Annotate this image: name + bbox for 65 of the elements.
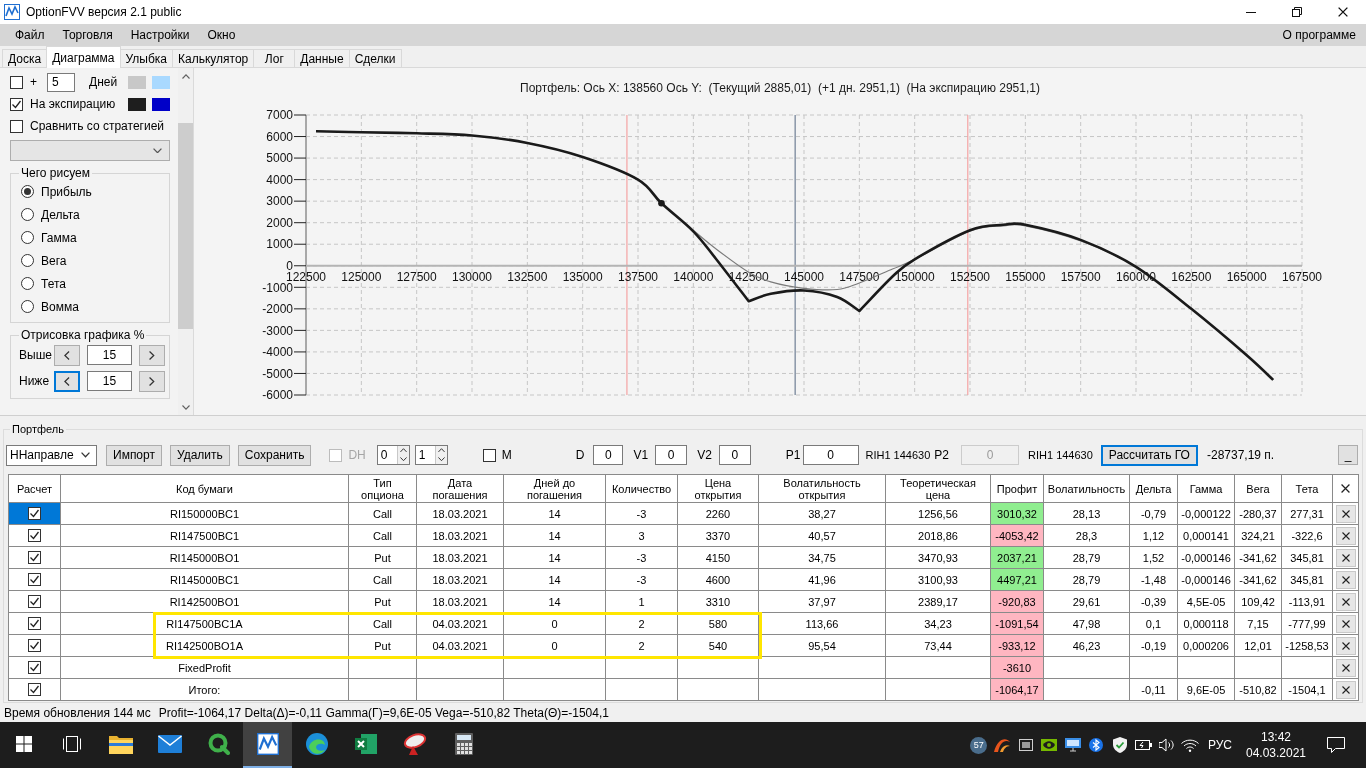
x-tick-label: 147500 [839,269,880,284]
y-tick-label: -4000 [262,345,293,360]
group-title: Чего рисуем [20,166,91,180]
group-title: Отрисовка графика % [20,328,146,342]
x-tick-label: 152500 [950,269,990,284]
chart-title: Портфель: Ось X: 138560 Ось Y: (Текущий 2885,01) (+1 дн. 2951,1) (На экспирацию 2951,1) [520,81,1040,95]
status-text: Profit=-1064,17 Delta(Δ)=-0,11 Gamma(Γ)=9,6E-05 Vega=-510,82 Theta(Θ)=-1504,1 [158,705,609,720]
x-tick-label: 127500 [396,269,437,284]
window-title: OptionFVV версия 2.1 public [26,5,182,19]
radio-label: Тета [41,276,66,291]
y-tick-label: -6000 [262,388,293,403]
x-tick-label: 150000 [894,269,935,284]
table-cell: RI145000BC1 [60,568,349,591]
x-tick-label: 140000 [673,269,714,284]
status-text: Время обновления 144 мс [4,705,151,720]
y-tick-label: 1000 [266,237,293,252]
x-tick-label: 162500 [1171,269,1212,284]
checkbox-label: На экспирацию [30,97,116,111]
x-tick-label: 132500 [507,269,548,284]
checkbox-label: DH [348,448,366,462]
checkbox-label: M [501,448,512,462]
ticker-label: RIH1 144630 [1028,449,1093,461]
table-cell: RI142500BO1A [60,634,349,657]
x-tick-label: 125000 [341,269,382,284]
x-tick-label: 155000 [1005,269,1046,284]
x-tick-label: 165000 [1226,269,1267,284]
field-label: D [575,448,585,462]
radio-label: Дельта [41,207,80,222]
checkbox-label: + [30,75,37,89]
margin-value: -28737,19 п. [1206,448,1275,462]
field-label: V1 [633,448,649,462]
group-title: Портфель [11,422,65,436]
row-label: Ниже [19,374,51,388]
y-tick-label: 6000 [266,129,293,144]
y-tick-label: -2000 [262,302,293,317]
table-cell: Итого: [60,678,349,701]
y-tick-label: 4000 [266,172,293,187]
y-tick-label: 3000 [266,194,293,209]
ticker-label: RIH1 144630 [865,449,931,461]
x-tick-label: 167500 [1282,269,1322,284]
checkbox-label: Сравнить со стратегией [30,119,164,133]
input-field: 0 [961,445,1019,465]
x-tick-label: 145000 [784,269,824,284]
table-cell: RI142500BO1 [60,590,349,613]
radio-label: Вега [41,253,67,268]
y-tick-label: 5000 [266,151,293,166]
field-label: V2 [697,448,712,462]
row-label: Выше [19,348,53,362]
y-tick-label: 7000 [266,108,293,123]
radio-label: Вомма [41,299,79,314]
table-cell: RI145000BO1 [60,546,349,569]
x-tick-label: 137500 [618,269,658,284]
x-tick-label: 157500 [1060,269,1101,284]
days-label: Дней [89,75,118,89]
y-tick-label: 2000 [266,215,293,230]
x-tick-label: 130000 [452,269,492,284]
field-label: P1 [785,448,801,462]
field-label: P2 [934,448,949,462]
radio-label: Прибыль [41,184,92,199]
y-tick-label: -5000 [262,366,293,381]
y-tick-label: -3000 [262,323,293,338]
table-cell: RI150000BC1 [60,502,349,525]
radio-label: Гамма [41,230,77,245]
x-tick-label: 135000 [562,269,603,284]
table-cell: RI147500BC1 [60,524,349,547]
